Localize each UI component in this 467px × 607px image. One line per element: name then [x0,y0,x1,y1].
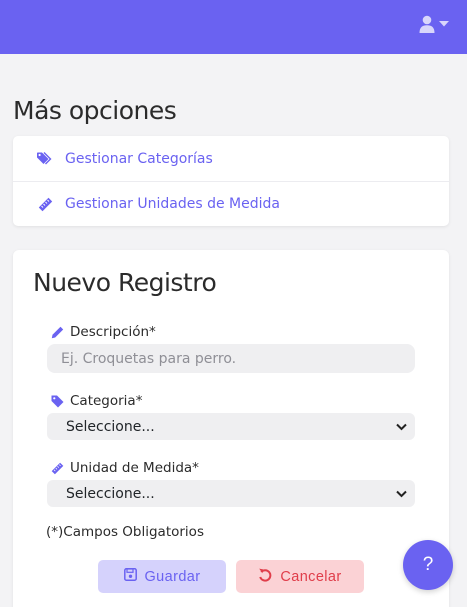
save-button[interactable]: Guardar [98,560,226,593]
manage-units-label: Gestionar Unidades de Medida [65,196,280,212]
manage-units-link[interactable]: Gestionar Unidades de Medida [13,181,449,226]
save-button-label: Guardar [144,568,201,585]
unit-select[interactable]: Seleccione... [47,480,415,507]
ruler-icon [37,196,53,212]
description-label-row: Descripción* [50,324,156,340]
manage-categories-link[interactable]: Gestionar Categorías [13,136,449,181]
new-record-title: Nuevo Registro [33,268,217,297]
tag-icon [50,394,64,408]
more-options-card: Gestionar Categorías Gestionar Unidades … [13,136,449,226]
category-select[interactable]: Seleccione... [47,413,415,440]
cancel-button[interactable]: Cancelar [236,560,364,593]
cancel-button-label: Cancelar [280,568,342,585]
chevron-down-icon [396,418,407,436]
pencil-icon [50,325,64,339]
undo-icon [258,568,272,586]
save-icon [123,568,137,585]
ruler-icon [50,461,64,475]
required-fields-note: (*)Campos Obligatorios [46,524,204,540]
tags-icon [37,151,53,167]
chevron-down-icon [396,485,407,503]
category-selected-value: Seleccione... [66,418,155,435]
manage-categories-label: Gestionar Categorías [65,150,213,167]
category-label-row: Categoria* [50,393,142,409]
help-button[interactable]: ? [403,540,453,590]
user-menu-toggle[interactable] [419,15,449,33]
top-navbar [0,0,467,54]
more-options-title: Más opciones [13,96,177,125]
unit-selected-value: Seleccione... [66,485,155,502]
unit-label-row: Unidad de Medida* [50,460,199,476]
user-icon [419,15,435,33]
category-label: Categoria* [70,393,143,409]
description-label: Descripción* [70,324,156,340]
caret-down-icon [439,21,449,27]
description-input[interactable] [47,344,415,373]
unit-label: Unidad de Medida* [70,460,199,476]
